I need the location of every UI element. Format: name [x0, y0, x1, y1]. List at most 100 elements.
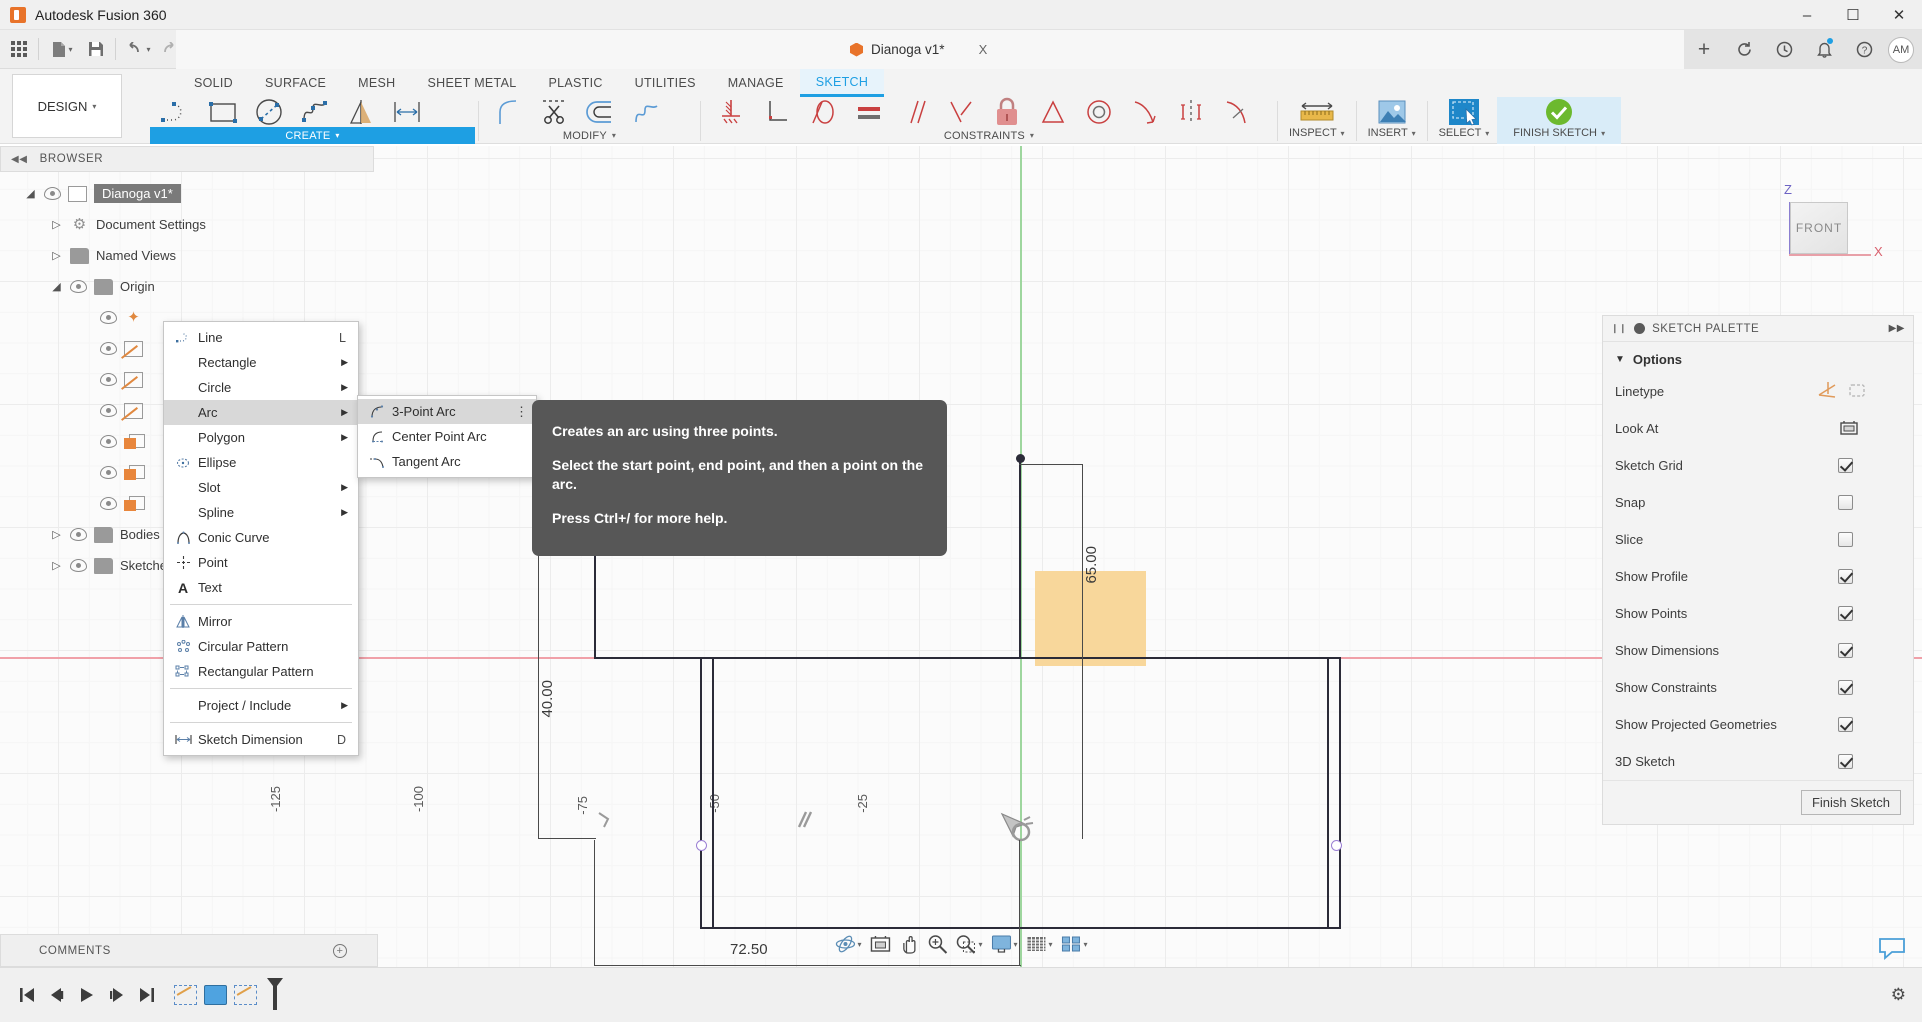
close-button[interactable]: ✕ — [1876, 0, 1922, 30]
tab-plastic[interactable]: PLASTIC — [532, 69, 618, 97]
constraint-glyph-perpendicular[interactable] — [596, 811, 616, 834]
step-back-icon[interactable] — [42, 975, 72, 1015]
palette-row-show-constraints[interactable]: Show Constraints — [1603, 669, 1913, 706]
visibility-icon[interactable] — [100, 342, 117, 355]
palette-row-show-points[interactable]: Show Points — [1603, 595, 1913, 632]
sketch-line-horizontal-top[interactable] — [594, 657, 1340, 659]
visibility-icon[interactable] — [70, 280, 87, 293]
three-d-sketch-checkbox[interactable] — [1838, 754, 1853, 769]
constraint-glyph-cursor[interactable] — [1000, 812, 1034, 847]
expand-icon[interactable]: ▶▶ — [1889, 323, 1905, 334]
circle-tool-icon[interactable] — [246, 97, 292, 127]
visibility-icon[interactable] — [100, 373, 117, 386]
equal-constraint-icon[interactable] — [846, 97, 892, 127]
panel-insert[interactable]: INSERT ▾ — [1360, 97, 1424, 144]
concentric-constraint-icon[interactable] — [1076, 97, 1122, 127]
menu-item-spline[interactable]: Spline ▶ — [164, 500, 358, 525]
offset-tool-icon[interactable] — [578, 97, 624, 127]
show-constraints-checkbox[interactable] — [1838, 680, 1853, 695]
fix-constraint-icon[interactable] — [708, 97, 754, 127]
look-at-icon[interactable] — [1839, 419, 1859, 439]
visibility-icon[interactable] — [100, 497, 117, 510]
menu-item-point[interactable]: Point — [164, 550, 358, 575]
break-tool-icon[interactable] — [624, 97, 670, 127]
panel-label-modify[interactable]: MODIFY ▾ — [482, 127, 697, 144]
menu-item-mirror[interactable]: Mirror — [164, 609, 358, 634]
chevron-down-icon[interactable]: ▾ — [146, 45, 150, 54]
help-bubble-icon[interactable] — [1878, 936, 1906, 963]
palette-row-show-profile[interactable]: Show Profile — [1603, 558, 1913, 595]
sketch-line-rect-right-inner[interactable] — [1327, 657, 1329, 929]
collapse-icon[interactable]: ◀◀ — [11, 154, 28, 165]
add-comment-button[interactable]: + — [333, 943, 347, 958]
sketch-palette-options-section[interactable]: ▼ Options — [1603, 342, 1913, 373]
visibility-icon[interactable] — [100, 466, 117, 479]
sketch-line-rect-left-inner[interactable] — [712, 657, 714, 929]
symmetry-constraint-icon[interactable] — [1168, 97, 1214, 127]
sketch-profile-region[interactable] — [1035, 571, 1146, 666]
palette-row-sketch-grid[interactable]: Sketch Grid — [1603, 447, 1913, 484]
document-tab[interactable]: Dianoga v1* X — [836, 30, 1002, 69]
expand-arrow-icon[interactable]: ▷ — [50, 218, 63, 231]
chevron-down-icon[interactable]: ▾ — [1084, 940, 1088, 949]
collinear-constraint-icon[interactable] — [1030, 97, 1076, 127]
chevron-down-icon[interactable]: ▾ — [978, 940, 982, 949]
tree-item-origin[interactable]: ◢ Origin — [0, 271, 378, 302]
workspace-switcher[interactable]: DESIGN ▾ — [12, 74, 122, 138]
recent-icon[interactable] — [1764, 30, 1804, 69]
expand-arrow-icon[interactable]: ▷ — [50, 528, 63, 541]
trim-tool-icon[interactable] — [532, 97, 578, 127]
finish-sketch-button[interactable]: Finish Sketch — [1800, 790, 1901, 815]
visibility-icon[interactable] — [100, 311, 117, 324]
dimension-65-label[interactable]: 65.00 — [1083, 546, 1100, 584]
menu-item-arc[interactable]: Arc ▶ — [164, 400, 358, 425]
menu-item-project-include[interactable]: Project / Include ▶ — [164, 693, 358, 718]
sketch-node-icon[interactable] — [174, 985, 197, 1005]
sketch-palette-header[interactable]: ❙❙ SKETCH PALETTE ▶▶ — [1603, 316, 1913, 342]
close-icon[interactable]: X — [979, 42, 988, 57]
zoom-icon[interactable] — [924, 930, 950, 958]
show-dimensions-checkbox[interactable] — [1838, 643, 1853, 658]
tab-utilities[interactable]: UTILITIES — [619, 69, 712, 97]
display-settings-icon[interactable]: ▾ — [987, 930, 1020, 958]
perpendicular-constraint-icon[interactable] — [754, 97, 800, 127]
maximize-button[interactable]: ☐ — [1830, 0, 1876, 30]
view-cube[interactable]: FRONT Z X — [1764, 178, 1883, 274]
rectangle-tool-icon[interactable] — [200, 97, 246, 127]
sketch-grid-checkbox[interactable] — [1838, 458, 1853, 473]
slice-checkbox[interactable] — [1838, 532, 1853, 547]
sketch-point-projected-left[interactable] — [696, 840, 707, 851]
tangent-constraint-icon[interactable] — [800, 97, 846, 127]
lock-constraint-icon[interactable] — [984, 97, 1030, 127]
tab-sketch[interactable]: SKETCH — [799, 69, 885, 97]
dimension-7250-label[interactable]: 72.50 — [730, 941, 768, 958]
timeline-settings-gear-icon[interactable]: ⚙ — [1891, 985, 1906, 1005]
sketch-dimension-tool-icon[interactable] — [384, 97, 430, 127]
bell-icon[interactable] — [1804, 30, 1844, 69]
sketch-line-center-vertical[interactable] — [1019, 458, 1021, 658]
grip-icon[interactable]: ❙❙ — [1611, 323, 1627, 334]
step-forward-icon[interactable] — [102, 975, 132, 1015]
comments-panel[interactable]: COMMENTS + — [0, 934, 378, 967]
undo-icon[interactable]: ▾ — [124, 34, 154, 64]
pan-icon[interactable] — [896, 930, 922, 958]
sketch-node-icon[interactable] — [234, 985, 257, 1005]
app-grid-icon[interactable] — [4, 34, 34, 64]
palette-row-show-projected-geometries[interactable]: Show Projected Geometries — [1603, 706, 1913, 743]
show-points-checkbox[interactable] — [1838, 606, 1853, 621]
save-icon[interactable] — [81, 34, 111, 64]
minimize-button[interactable]: – — [1784, 0, 1830, 30]
go-to-end-icon[interactable] — [132, 975, 162, 1015]
extrude-node-icon[interactable] — [204, 985, 227, 1005]
snap-checkbox[interactable] — [1838, 495, 1853, 510]
sketch-line-rect-right[interactable] — [1339, 657, 1341, 929]
submenu-item-three-point-arc[interactable]: 3-Point Arc ⋮ — [358, 399, 536, 424]
refresh-icon[interactable] — [1724, 30, 1764, 69]
tree-item-document-settings[interactable]: ▷ ⚙ Document Settings — [0, 209, 378, 240]
curvature-constraint-icon[interactable] — [1214, 97, 1260, 127]
visibility-icon[interactable] — [100, 404, 117, 417]
midpoint-constraint-icon[interactable] — [1122, 97, 1168, 127]
visibility-icon[interactable] — [100, 435, 117, 448]
palette-row-snap[interactable]: Snap — [1603, 484, 1913, 521]
linetype-construction-icon[interactable] — [1847, 381, 1867, 402]
